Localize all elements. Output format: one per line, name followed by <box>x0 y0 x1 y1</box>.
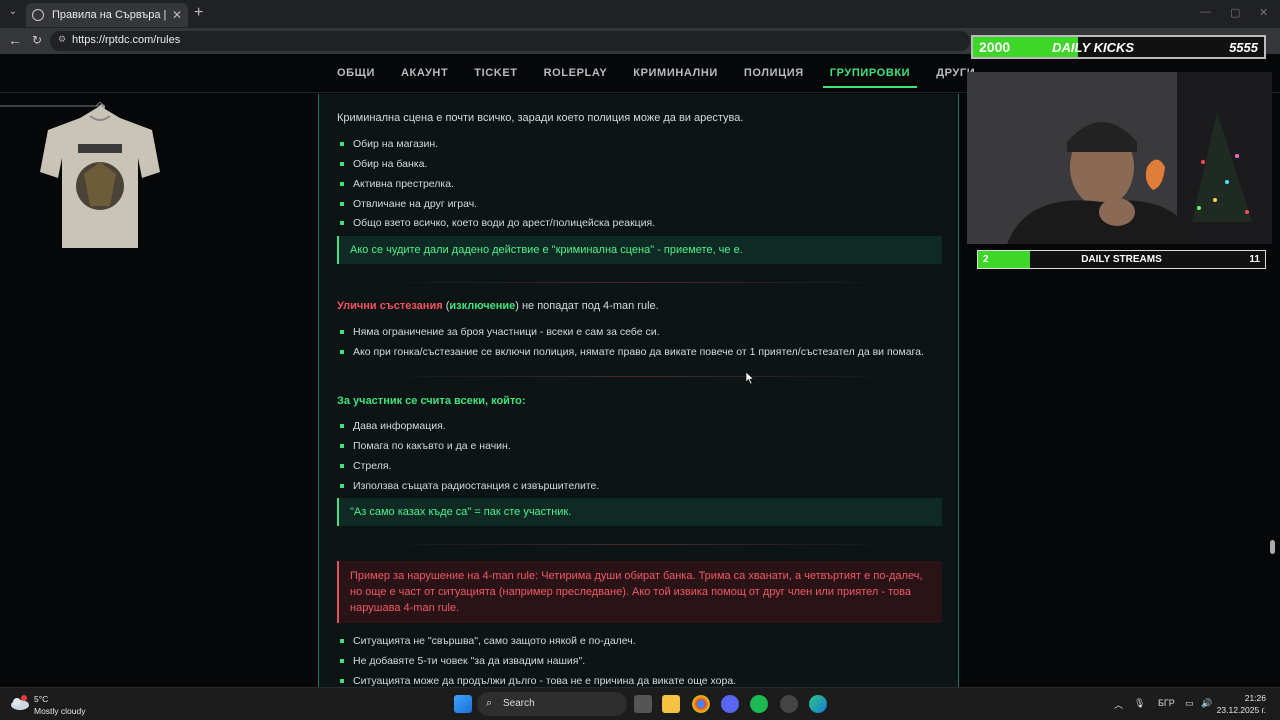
reload-icon[interactable]: ↻ <box>32 33 42 47</box>
tab-list-icon[interactable]: ⌄ <box>6 6 20 20</box>
race-highlight: Улични състезания <box>337 300 443 312</box>
network-icon[interactable]: ▭ <box>1185 698 1194 709</box>
search-icon: ⌕ <box>486 697 493 709</box>
participant-heading: За участник се счита всеки, който: <box>337 395 526 407</box>
task-view-icon[interactable] <box>634 695 652 713</box>
intro-text: Криминална сцена е почти всичко, заради … <box>337 112 744 124</box>
tab-title: Правила на Сървъра | TDC Rolep <box>52 9 166 21</box>
list-item: Отвличане на друг играч. <box>339 198 478 210</box>
clock[interactable]: 21:26 23.12.2025 г. <box>1217 692 1266 716</box>
obs-icon[interactable] <box>780 695 798 713</box>
info-note: "Аз само казах къде са" = пак сте участн… <box>337 498 942 526</box>
clock-time: 21:26 <box>1244 693 1266 703</box>
file-explorer-icon[interactable] <box>662 695 680 713</box>
maximize-icon[interactable]: ▢ <box>1230 6 1240 19</box>
browser-tab[interactable]: Правила на Сървъра | TDC Rolep ✕ <box>26 3 188 27</box>
tshirt-image <box>40 102 160 248</box>
race-rule: Улични състезания (изключение) не попада… <box>337 300 659 312</box>
close-tab-icon[interactable]: ✕ <box>172 8 182 22</box>
weather-temp: 5°C <box>34 694 49 704</box>
microphone-icon[interactable]: 🎙 <box>1134 698 1145 709</box>
windows-start-icon[interactable] <box>454 695 472 713</box>
warning-box: Пример за нарушение на 4-man rule: Четир… <box>337 561 942 623</box>
section-divider <box>377 544 902 545</box>
spotify-icon[interactable] <box>750 695 768 713</box>
webcam-feed <box>967 72 1272 244</box>
url-field[interactable]: ⚙ https://rptdc.com/rules <box>50 31 970 51</box>
nav-groups[interactable]: ГРУПИРОВКИ <box>817 54 923 92</box>
list-item: Няма ограничение за броя участници - все… <box>339 326 660 338</box>
kicks-current: 2000 <box>979 39 1011 55</box>
list-item: Не добавяте 5-ти човек "за да извадим на… <box>339 655 586 667</box>
list-item: Дава информация. <box>340 420 446 432</box>
rules-nav: ОБЩИ АКАУНТ TICKET ROLEPLAY КРИМИНАЛНИ П… <box>320 54 975 92</box>
section-divider <box>377 282 902 283</box>
url-text: https://rptdc.com/rules <box>72 34 181 46</box>
list-item: Обир на магазин. <box>339 138 439 150</box>
new-tab-button[interactable]: + <box>194 4 203 22</box>
nav-general[interactable]: ОБЩИ <box>324 54 388 92</box>
windows-taskbar: 5°C Mostly cloudy ⌕ Search ︿ 🎙 БГР ▭ 🔊 2… <box>0 687 1280 720</box>
chrome-icon[interactable] <box>692 695 710 713</box>
list-item: Помага по какъвто и да е начин. <box>340 440 511 452</box>
rules-card: Криминална сцена е почти всичко, заради … <box>318 94 959 687</box>
nav-police[interactable]: ПОЛИЦИЯ <box>731 54 817 92</box>
nav-ticket[interactable]: TICKET <box>461 54 530 92</box>
daily-streams-bar: 2 DAILY STREAMS 11 <box>977 250 1266 269</box>
scrollbar-thumb[interactable] <box>1270 540 1275 554</box>
nav-roleplay[interactable]: ROLEPLAY <box>531 54 621 92</box>
race-exception: изключение <box>449 300 516 312</box>
taskbar-search[interactable]: ⌕ Search <box>477 692 627 716</box>
site-info-icon[interactable]: ⚙ <box>58 34 66 45</box>
kicks-goal: 5555 <box>1229 39 1258 55</box>
browser-titlebar: ⌄ Правила на Сървъра | TDC Rolep ✕ + — ▢… <box>0 0 1280 28</box>
back-arrow-icon[interactable]: ← <box>8 32 22 48</box>
list-item: Обир на банка. <box>339 158 428 170</box>
minimize-icon[interactable]: — <box>1200 6 1211 18</box>
globe-icon <box>32 9 44 21</box>
list-item: Стреля. <box>339 460 392 472</box>
list-item: Ситуацията може да продължи дълго - това… <box>339 675 737 687</box>
nav-account[interactable]: АКАУНТ <box>388 54 461 92</box>
list-item: Общо взето всичко, което води до арест/п… <box>339 217 656 229</box>
tray-chevron-icon[interactable]: ︿ <box>1114 698 1123 711</box>
weather-condition: Mostly cloudy <box>34 706 86 716</box>
mouse-cursor-icon <box>746 372 754 384</box>
race-rest: ) не попадат под 4-man rule. <box>515 300 659 312</box>
webcam-image <box>967 72 1272 244</box>
list-item: Активна престрелка. <box>340 178 454 190</box>
daily-kicks-bar: 2000 DAILY KICKS 5555 <box>971 35 1266 59</box>
volume-icon[interactable]: 🔊 <box>1201 698 1212 709</box>
language-indicator[interactable]: БГР <box>1158 698 1175 708</box>
edge-icon[interactable] <box>809 695 827 713</box>
nav-criminal[interactable]: КРИМИНАЛНИ <box>620 54 731 92</box>
streams-label: DAILY STREAMS <box>1081 254 1162 265</box>
section-divider <box>377 376 902 377</box>
close-window-icon[interactable]: ✕ <box>1259 6 1268 19</box>
info-note: Ако се чудите дали дадено действие е "кр… <box>337 236 942 264</box>
search-label: Search <box>503 698 535 709</box>
streams-goal: 11 <box>1249 254 1260 265</box>
discord-icon[interactable] <box>721 695 739 713</box>
list-item: Използва същата радиостанция с извършите… <box>339 480 600 492</box>
cloud-icon <box>11 695 29 710</box>
clock-date: 23.12.2025 г. <box>1216 705 1266 715</box>
list-item: Ако при гонка/състезание се включи полиц… <box>340 346 924 358</box>
kicks-label: DAILY KICKS <box>1052 39 1135 55</box>
list-item: Ситуацията не "свършва", само защото няк… <box>340 635 636 647</box>
